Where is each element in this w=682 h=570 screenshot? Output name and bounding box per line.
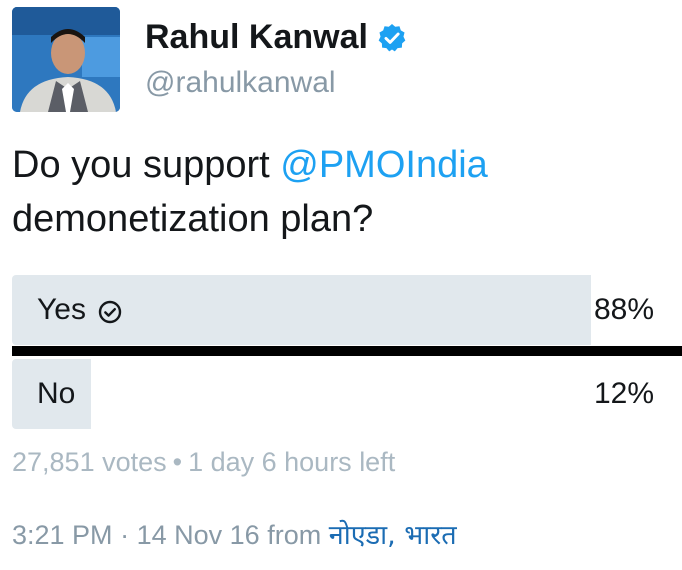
tweet-text-before: Do you support: [12, 144, 281, 186]
check-circle-icon: [98, 298, 122, 324]
poll-option-yes[interactable]: Yes 88%: [12, 275, 670, 345]
avatar[interactable]: [12, 7, 120, 112]
mention-link[interactable]: @PMOIndia: [280, 144, 488, 186]
poll-option-label: Yes: [37, 293, 86, 326]
poll-meta: 27,851 votes • 1 day 6 hours left: [12, 447, 395, 478]
profile-photo: [12, 7, 120, 112]
from-label: from: [267, 520, 322, 550]
verified-badge-icon: [376, 22, 408, 54]
vote-count: 27,851 votes: [12, 447, 167, 477]
divider-bar: [12, 346, 682, 356]
display-name-text: Rahul Kanwal: [145, 18, 368, 56]
author-handle[interactable]: @rahulkanwal: [145, 66, 336, 100]
poll-option-percent: 12%: [593, 377, 654, 410]
poll-option-no[interactable]: No 12%: [12, 359, 670, 429]
author-display-name[interactable]: Rahul Kanwal: [145, 18, 408, 57]
poll-option-percent: 88%: [593, 293, 654, 326]
tweet-time[interactable]: 3:21 PM: [12, 520, 113, 550]
tweet-footer: 3:21 PM · 14 Nov 16 from नोएडा, भारत: [12, 515, 457, 552]
location-link[interactable]: नोएडा, भारत: [329, 520, 457, 551]
tweet-text: Do you support @PMOIndia demonetization …: [12, 138, 662, 246]
poll-option-label: No: [37, 377, 76, 410]
tweet-date[interactable]: 14 Nov 16: [137, 520, 260, 550]
time-left: 1 day 6 hours left: [188, 447, 396, 477]
tweet-text-after: demonetization plan?: [12, 198, 374, 240]
meta-separator: •: [172, 447, 183, 477]
footer-separator: ·: [120, 520, 130, 550]
